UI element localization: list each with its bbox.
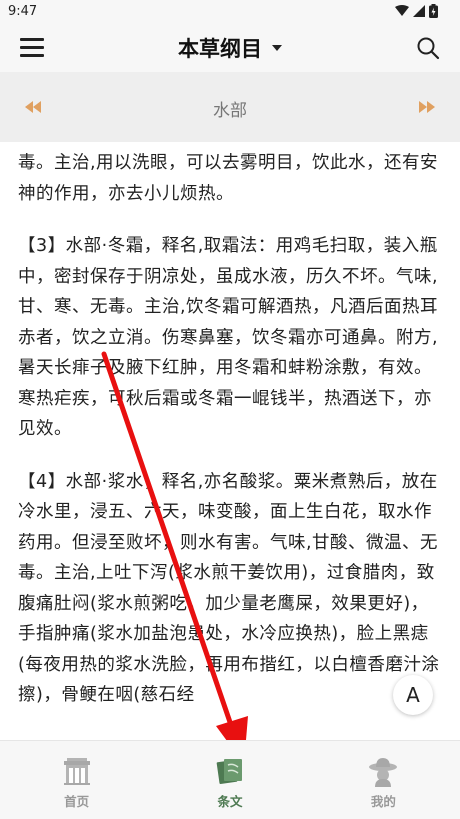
page-title: 本草纲目 xyxy=(178,36,262,61)
bottom-tab-bar: 首页 条文 我的 xyxy=(0,740,460,819)
caret-down-icon xyxy=(272,45,282,51)
font-size-button[interactable]: A xyxy=(393,675,433,715)
book-icon xyxy=(216,759,242,785)
paragraph: 【4】水部·浆水，释名,亦名酸浆。粟米煮熟后，放在冷水里，浸五、六天，味变酸，面… xyxy=(18,471,440,706)
status-bar: 9:47 xyxy=(0,0,460,24)
tab-articles[interactable]: 条文 xyxy=(153,741,306,819)
app-bar: 本草纲目 xyxy=(0,24,460,72)
status-time: 9:47 xyxy=(8,4,38,19)
wifi-icon xyxy=(395,5,409,16)
home-building-icon xyxy=(63,758,90,785)
search-icon[interactable] xyxy=(416,36,440,60)
tab-home[interactable]: 首页 xyxy=(0,741,153,819)
paragraph: 【3】水部·冬霜，释名,取霜法：用鸡毛扫取，装入瓶中，密封保存于阴凉处，虽成水液… xyxy=(18,236,439,439)
article-content[interactable]: 毒。主治,用以洗眼，可以去雾明目，饮此水，还有安神的作用，亦去小儿烦热。 【3】… xyxy=(18,148,442,738)
profile-hat-icon xyxy=(369,758,398,787)
battery-icon xyxy=(429,4,438,18)
tab-profile[interactable]: 我的 xyxy=(307,741,460,819)
status-icons xyxy=(395,4,438,18)
chapter-bar: 水部 xyxy=(0,72,460,142)
signal-icon xyxy=(413,5,425,17)
chapter-title: 水部 xyxy=(213,101,247,121)
paragraph: 毒。主治,用以洗眼，可以去雾明目，饮此水，还有安神的作用，亦去小儿烦热。 xyxy=(18,153,439,204)
tab-label: 首页 xyxy=(64,794,90,809)
tab-label: 我的 xyxy=(370,794,396,809)
tab-label: 条文 xyxy=(217,794,243,809)
book-title-dropdown[interactable]: 本草纲目 xyxy=(0,24,460,72)
next-chapter-icon[interactable] xyxy=(418,98,436,116)
